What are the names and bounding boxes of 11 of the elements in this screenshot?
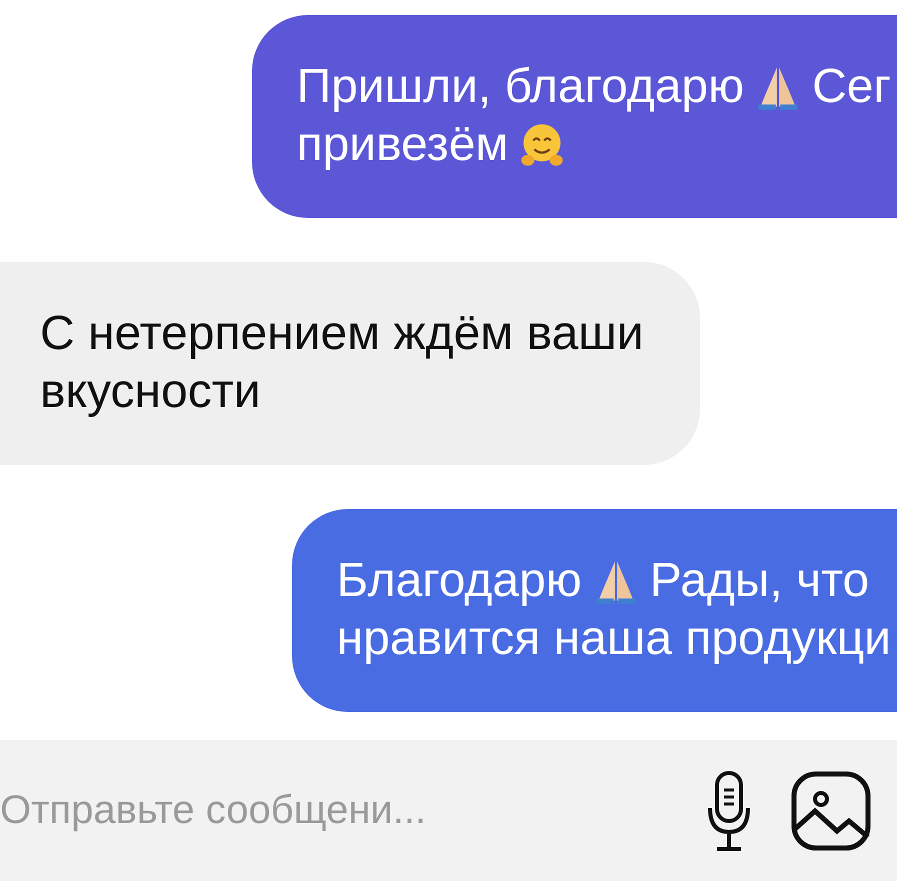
message-text: Рады, что (650, 553, 870, 609)
message-text: Сег (812, 59, 891, 115)
message-input[interactable]: Отправьте сообщени... (0, 788, 667, 833)
message-text: Пришли, благодарю (296, 59, 744, 115)
message-text: С нетерпением ждём ваши (40, 306, 644, 362)
message-text: нравится наша продукци (336, 611, 891, 667)
image-icon[interactable] (791, 770, 871, 850)
microphone-icon[interactable] (707, 770, 751, 852)
message-text: вкусности (40, 364, 260, 420)
message-text: привезём (296, 117, 508, 173)
message-text: Благодарю (336, 553, 582, 609)
